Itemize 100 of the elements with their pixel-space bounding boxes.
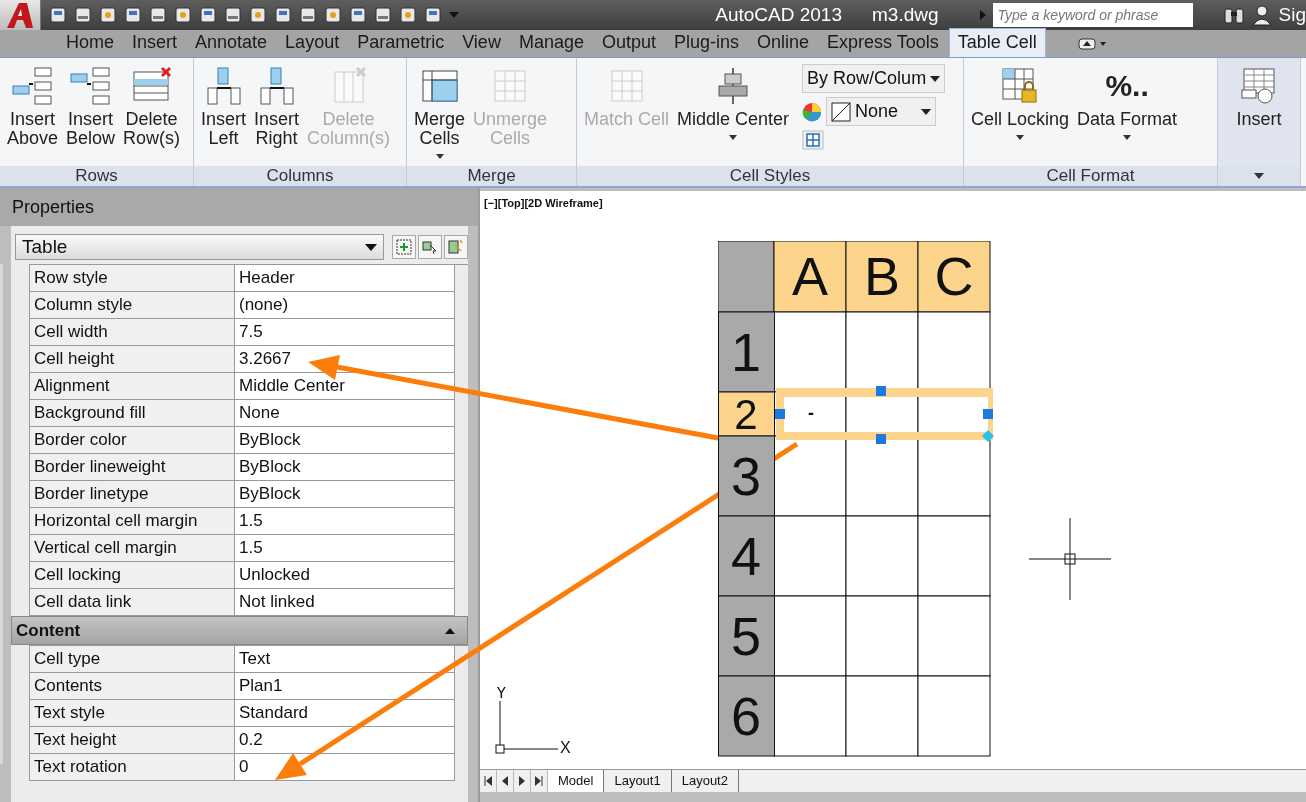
search-field[interactable]: Type a keyword or phrase [992, 3, 1193, 27]
ribbon-button[interactable]: Insert Below [65, 64, 117, 150]
column-header-label: A [792, 246, 828, 306]
ribbon-tab[interactable]: View [454, 29, 509, 57]
quick-select-icon [448, 239, 464, 255]
ribbon-tab[interactable]: Express Tools [819, 29, 947, 57]
select-objects-button[interactable] [418, 235, 442, 259]
collapse-icon[interactable] [445, 627, 455, 634]
property-label: Cell type [29, 646, 235, 673]
ribbon-tab[interactable]: Layout [277, 29, 348, 57]
ribbon-button[interactable]: Delete Row(s) [122, 64, 182, 150]
property-label: Text rotation [29, 754, 235, 781]
application-menu-button[interactable] [0, 0, 41, 30]
toggle-pickadd-button[interactable] [392, 235, 416, 259]
column-header-label: B [864, 246, 900, 306]
selected-row-highlight[interactable] [776, 388, 993, 440]
percent-format-symbol: %.. [1105, 68, 1149, 104]
ribbon-tab[interactable]: Table Cell [948, 28, 1046, 57]
property-value[interactable]: Text [235, 646, 455, 673]
ribbon-tab[interactable]: Parametric [349, 29, 453, 57]
ribbon-tab[interactable]: Manage [510, 29, 592, 57]
property-value[interactable]: Plan1 [235, 673, 455, 700]
property-value[interactable]: Unlocked [235, 562, 455, 589]
property-label: Background fill [29, 400, 235, 427]
caret-icon [930, 75, 941, 82]
row-header-label: 2 [734, 391, 758, 438]
viewport-controls-label[interactable]: [−][Top][2D Wireframe] [484, 197, 603, 209]
sheet-tab[interactable]: Model [548, 770, 605, 792]
caret-icon [921, 108, 932, 115]
ribbon-tab[interactable]: Output [593, 29, 664, 57]
no-fill-swatch-icon [831, 101, 852, 122]
cell-borders-icon[interactable] [802, 130, 825, 150]
ribbon-button[interactable]: Insert Above [6, 64, 60, 150]
ribbon-tab[interactable]: Annotate [187, 29, 276, 57]
file-name: m3.dwg [872, 4, 939, 26]
ribbon-tab[interactable]: Insert [124, 29, 186, 57]
background-fill-dropdown[interactable]: None [826, 97, 937, 126]
minimize-ribbon-button[interactable] [1077, 37, 1108, 50]
property-value[interactable]: 1.5 [235, 508, 455, 535]
property-value[interactable]: Header [235, 265, 455, 292]
caret-icon [365, 243, 377, 251]
grip-icon[interactable] [876, 386, 886, 396]
ribbon-tab[interactable]: Online [749, 29, 818, 57]
property-label: Border lineweight [29, 454, 235, 481]
object-type-dropdown[interactable]: Table [15, 234, 384, 260]
add-selection-icon [396, 239, 412, 255]
property-label: Cell width [29, 319, 235, 346]
property-value[interactable]: 3.2667 [235, 346, 455, 373]
property-value[interactable]: Not linked [235, 589, 455, 616]
section-title: Content [16, 620, 81, 641]
property-value[interactable]: ByBlock [235, 481, 455, 508]
row-header-label: 3 [731, 446, 761, 506]
property-label: Cell height [29, 346, 235, 373]
cell-text: - [808, 403, 814, 423]
ribbon-button[interactable]: Merge Cells [413, 64, 467, 161]
property-value[interactable]: 0.2 [235, 727, 455, 754]
section-header[interactable]: Content [11, 616, 468, 645]
ribbon-button[interactable]: Cell Locking [970, 64, 1071, 142]
insert-row-icon [10, 66, 55, 106]
property-value[interactable]: 1.5 [235, 535, 455, 562]
column-header-label: C [934, 246, 974, 306]
binoculars-icon[interactable] [1222, 5, 1245, 25]
table-corner-cell [718, 241, 775, 313]
property-label: Horizontal cell margin [29, 508, 235, 535]
ribbon-button[interactable]: %.. Data Format [1076, 64, 1179, 142]
ribbon-button[interactable]: Middle Center [676, 64, 791, 142]
color-wheel-icon[interactable] [802, 101, 823, 122]
panel-title: Cell Styles [729, 166, 811, 186]
row-header-label: 5 [731, 606, 761, 666]
grip-icon[interactable] [775, 409, 785, 419]
ribbon-button[interactable]: Insert Right [253, 64, 301, 150]
property-value[interactable]: 0 [235, 754, 455, 781]
property-label: Cell locking [29, 562, 235, 589]
property-label: Border linetype [29, 481, 235, 508]
ribbon-tab[interactable]: Plug-ins [666, 29, 748, 57]
user-icon[interactable] [1250, 4, 1273, 26]
property-value[interactable]: None [235, 400, 455, 427]
app-logo-icon [5, 2, 35, 28]
app-title: AutoCAD 2013 [715, 4, 842, 26]
grip-icon[interactable] [983, 409, 993, 419]
ribbon-tab[interactable]: Home [58, 29, 122, 57]
property-value[interactable]: ByBlock [235, 454, 455, 481]
first-icon [483, 775, 493, 787]
previous-icon [500, 775, 510, 787]
ribbon-button[interactable]: Insert Left [200, 64, 248, 150]
grip-icon[interactable] [876, 434, 886, 444]
caret-icon[interactable] [1254, 173, 1264, 179]
property-value[interactable]: ByBlock [235, 427, 455, 454]
property-value[interactable]: Middle Center [235, 373, 455, 400]
cursor-icon [422, 239, 438, 255]
property-value[interactable]: (none) [235, 292, 455, 319]
property-label: Alignment [29, 373, 235, 400]
property-value[interactable]: 7.5 [235, 319, 455, 346]
property-value[interactable]: Standard [235, 700, 455, 727]
quick-select-button[interactable] [444, 235, 468, 259]
sign-in-link[interactable]: Sig [1278, 4, 1306, 26]
cell-style-dropdown[interactable]: By Row/Colum [802, 64, 946, 93]
property-label: Text height [29, 727, 235, 754]
grip-icon[interactable] [982, 430, 994, 442]
expand-arrow-icon[interactable] [978, 9, 987, 21]
